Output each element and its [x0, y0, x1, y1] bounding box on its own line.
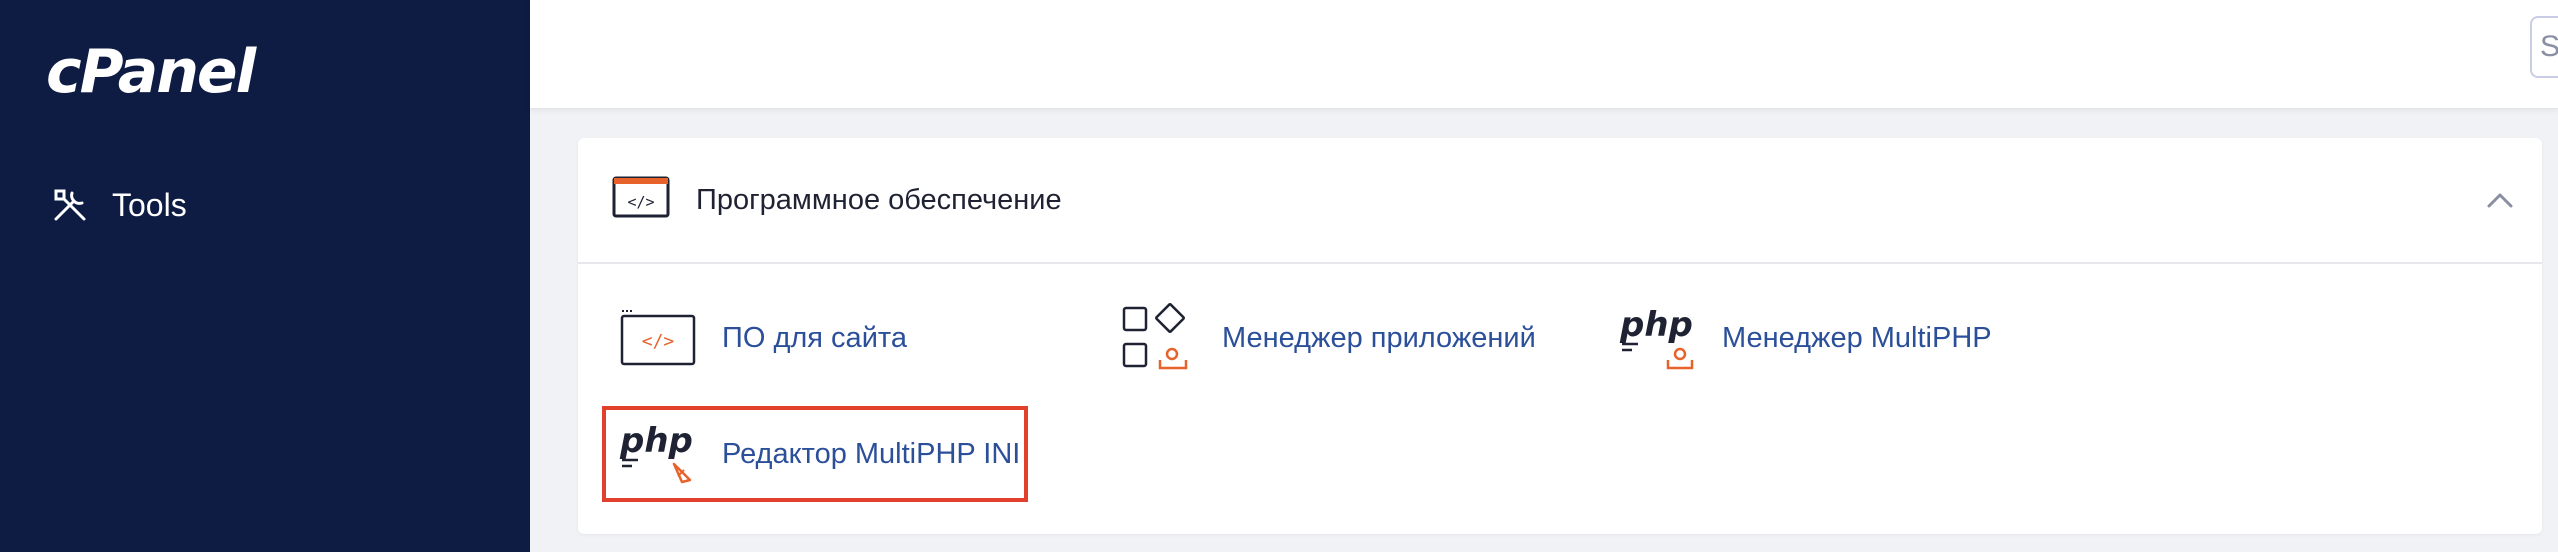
- code-window-icon: </>: [612, 176, 670, 218]
- app-grid-icon: [1118, 302, 1198, 374]
- search-input[interactable]: [2530, 16, 2558, 78]
- section-header[interactable]: </> Программное обеспечение: [578, 138, 2542, 264]
- tool-label: Менеджер приложений: [1222, 321, 1536, 354]
- sidebar-item-tools[interactable]: Tools: [50, 180, 187, 230]
- tool-label: Редактор MultiPHP INI: [722, 437, 1021, 470]
- tool-app-manager[interactable]: Менеджер приложений: [1118, 298, 1536, 378]
- top-bar: [530, 0, 2558, 109]
- tools-icon: [50, 185, 90, 225]
- sidebar: cPanel Tools: [0, 0, 530, 552]
- code-window-icon: </>: [618, 302, 698, 374]
- tool-multiphp-ini-editor[interactable]: php Редактор MultiPHP INI: [618, 414, 1020, 494]
- software-section: </> Программное обеспечение </> ПО для с…: [578, 138, 2542, 534]
- php-editor-icon: php: [618, 418, 698, 490]
- collapse-button[interactable]: [2478, 178, 2522, 222]
- tool-label: ПО для сайта: [722, 321, 907, 354]
- php-manager-icon: php: [1618, 302, 1698, 374]
- chevron-up-icon: [2487, 193, 2513, 208]
- cpanel-logo[interactable]: cPanel: [46, 42, 256, 102]
- tool-multiphp-manager[interactable]: php Менеджер MultiPHP: [1618, 298, 1992, 378]
- svg-text:</>: </>: [627, 193, 654, 211]
- svg-text:php: php: [1619, 305, 1693, 345]
- section-title: Программное обеспечение: [696, 184, 1062, 216]
- svg-text:php: php: [619, 421, 693, 461]
- tool-label: Менеджер MultiPHP: [1722, 321, 1992, 354]
- tool-site-software[interactable]: </> ПО для сайта: [618, 298, 907, 378]
- sidebar-item-label: Tools: [112, 186, 187, 223]
- svg-text:</>: </>: [642, 331, 675, 352]
